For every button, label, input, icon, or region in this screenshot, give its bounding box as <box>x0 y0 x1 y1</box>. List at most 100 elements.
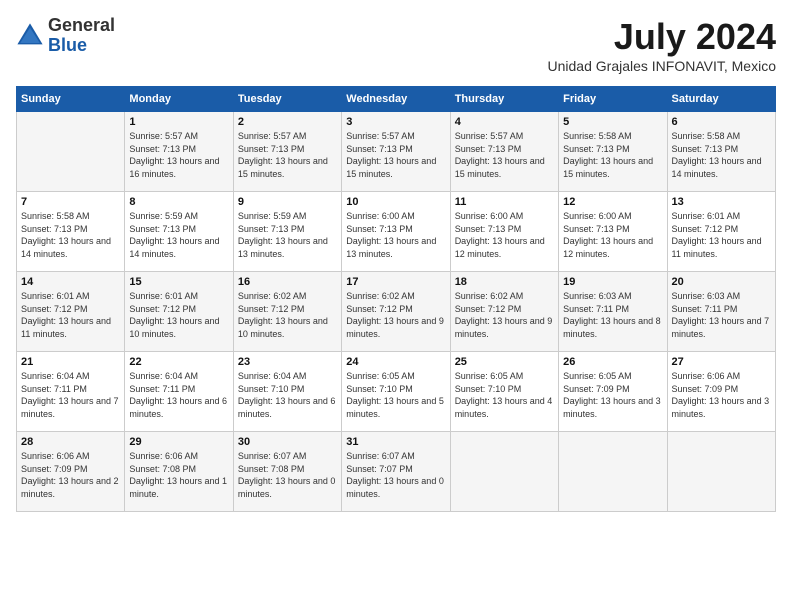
day-info: Sunrise: 6:07 AMSunset: 7:07 PMDaylight:… <box>346 450 445 500</box>
week-row-5: 28 Sunrise: 6:06 AMSunset: 7:09 PMDayligh… <box>17 432 776 512</box>
day-number: 9 <box>238 196 337 208</box>
calendar-cell: 29Sunrise: 6:06 AMSunset: 7:08 PMDayligh… <box>125 432 233 512</box>
calendar-cell: 18 Sunrise: 6:02 AMSunset: 7:12 PMDayligh… <box>450 272 558 352</box>
day-info: Sunrise: 6:01 AMSunset: 7:12 PMDaylight:… <box>672 210 771 260</box>
calendar-table: SundayMondayTuesdayWednesdayThursdayFrid… <box>16 86 776 512</box>
logo: General Blue <box>16 16 115 56</box>
header-row: SundayMondayTuesdayWednesdayThursdayFrid… <box>17 87 776 112</box>
day-info: Sunrise: 6:00 AMSunset: 7:13 PMDaylight:… <box>563 210 662 260</box>
day-number: 27 <box>672 356 771 368</box>
day-info: Sunrise: 5:57 AMSunset: 7:13 PMDaylight:… <box>129 130 228 180</box>
day-info: Sunrise: 6:05 AMSunset: 7:10 PMDaylight:… <box>455 370 554 420</box>
title-area: July 2024 Unidad Grajales INFONAVIT, Mex… <box>548 16 776 74</box>
day-info: Sunrise: 6:02 AMSunset: 7:12 PMDaylight:… <box>346 290 445 340</box>
calendar-cell: 14 Sunrise: 6:01 AMSunset: 7:12 PMDayligh… <box>17 272 125 352</box>
day-number: 4 <box>455 116 554 128</box>
day-info: Sunrise: 5:59 AMSunset: 7:13 PMDaylight:… <box>129 210 228 260</box>
day-number: 8 <box>129 196 228 208</box>
day-number: 2 <box>238 116 337 128</box>
calendar-cell: 4 Sunrise: 5:57 AMSunset: 7:13 PMDaylight… <box>450 112 558 192</box>
day-info: Sunrise: 6:05 AMSunset: 7:10 PMDaylight:… <box>346 370 445 420</box>
day-number: 26 <box>563 356 662 368</box>
day-number: 12 <box>563 196 662 208</box>
header-day-friday: Friday <box>559 87 667 112</box>
calendar-cell: 10 Sunrise: 6:00 AMSunset: 7:13 PMDayligh… <box>342 192 450 272</box>
month-title: July 2024 <box>548 16 776 58</box>
header-day-monday: Monday <box>125 87 233 112</box>
header-day-sunday: Sunday <box>17 87 125 112</box>
day-number: 5 <box>563 116 662 128</box>
day-number: 23 <box>238 356 337 368</box>
calendar-cell: 21 Sunrise: 6:04 AMSunset: 7:11 PMDayligh… <box>17 352 125 432</box>
page-header: General Blue July 2024 Unidad Grajales I… <box>16 16 776 74</box>
day-number: 18 <box>455 276 554 288</box>
day-number: 30 <box>238 436 337 448</box>
header-day-wednesday: Wednesday <box>342 87 450 112</box>
day-number: 3 <box>346 116 445 128</box>
day-number: 22 <box>129 356 228 368</box>
calendar-cell: 7Sunrise: 5:58 AMSunset: 7:13 PMDaylight… <box>17 192 125 272</box>
calendar-cell: 11 Sunrise: 6:00 AMSunset: 7:13 PMDayligh… <box>450 192 558 272</box>
calendar-cell: 20Sunrise: 6:03 AMSunset: 7:11 PMDayligh… <box>667 272 775 352</box>
day-number: 28 <box>21 436 120 448</box>
day-info: Sunrise: 5:58 AMSunset: 7:13 PMDaylight:… <box>563 130 662 180</box>
day-info: Sunrise: 6:04 AMSunset: 7:11 PMDaylight:… <box>129 370 228 420</box>
day-info: Sunrise: 6:04 AMSunset: 7:10 PMDaylight:… <box>238 370 337 420</box>
day-number: 11 <box>455 196 554 208</box>
calendar-cell: 17Sunrise: 6:02 AMSunset: 7:12 PMDayligh… <box>342 272 450 352</box>
day-info: Sunrise: 6:06 AMSunset: 7:08 PMDaylight:… <box>129 450 228 500</box>
calendar-cell: 9 Sunrise: 5:59 AMSunset: 7:13 PMDaylight… <box>233 192 341 272</box>
day-info: Sunrise: 5:58 AMSunset: 7:13 PMDaylight:… <box>21 210 120 260</box>
logo-icon <box>16 22 44 50</box>
day-info: Sunrise: 5:57 AMSunset: 7:13 PMDaylight:… <box>346 130 445 180</box>
calendar-cell <box>559 432 667 512</box>
day-number: 6 <box>672 116 771 128</box>
calendar-cell: 22 Sunrise: 6:04 AMSunset: 7:11 PMDayligh… <box>125 352 233 432</box>
calendar-cell: 28 Sunrise: 6:06 AMSunset: 7:09 PMDayligh… <box>17 432 125 512</box>
week-row-3: 14 Sunrise: 6:01 AMSunset: 7:12 PMDayligh… <box>17 272 776 352</box>
day-info: Sunrise: 5:57 AMSunset: 7:13 PMDaylight:… <box>238 130 337 180</box>
day-info: Sunrise: 6:06 AMSunset: 7:09 PMDaylight:… <box>672 370 771 420</box>
header-day-saturday: Saturday <box>667 87 775 112</box>
calendar-cell: 25 Sunrise: 6:05 AMSunset: 7:10 PMDayligh… <box>450 352 558 432</box>
calendar-cell: 31Sunrise: 6:07 AMSunset: 7:07 PMDayligh… <box>342 432 450 512</box>
week-row-2: 7Sunrise: 5:58 AMSunset: 7:13 PMDaylight… <box>17 192 776 272</box>
day-number: 19 <box>563 276 662 288</box>
day-info: Sunrise: 6:00 AMSunset: 7:13 PMDaylight:… <box>346 210 445 260</box>
day-number: 10 <box>346 196 445 208</box>
calendar-cell <box>17 112 125 192</box>
week-row-1: 1Sunrise: 5:57 AMSunset: 7:13 PMDaylight… <box>17 112 776 192</box>
calendar-cell: 23 Sunrise: 6:04 AMSunset: 7:10 PMDayligh… <box>233 352 341 432</box>
day-number: 15 <box>129 276 228 288</box>
calendar-cell: 6Sunrise: 5:58 AMSunset: 7:13 PMDaylight… <box>667 112 775 192</box>
calendar-cell: 1Sunrise: 5:57 AMSunset: 7:13 PMDaylight… <box>125 112 233 192</box>
day-number: 14 <box>21 276 120 288</box>
day-number: 21 <box>21 356 120 368</box>
day-number: 25 <box>455 356 554 368</box>
day-info: Sunrise: 6:07 AMSunset: 7:08 PMDaylight:… <box>238 450 337 500</box>
day-info: Sunrise: 5:57 AMSunset: 7:13 PMDaylight:… <box>455 130 554 180</box>
logo-blue-text: Blue <box>48 36 115 56</box>
header-day-thursday: Thursday <box>450 87 558 112</box>
day-info: Sunrise: 6:02 AMSunset: 7:12 PMDaylight:… <box>455 290 554 340</box>
calendar-cell <box>450 432 558 512</box>
day-info: Sunrise: 6:00 AMSunset: 7:13 PMDaylight:… <box>455 210 554 260</box>
day-info: Sunrise: 6:06 AMSunset: 7:09 PMDaylight:… <box>21 450 120 500</box>
calendar-cell: 2 Sunrise: 5:57 AMSunset: 7:13 PMDaylight… <box>233 112 341 192</box>
day-number: 13 <box>672 196 771 208</box>
day-info: Sunrise: 6:05 AMSunset: 7:09 PMDaylight:… <box>563 370 662 420</box>
calendar-cell: 26 Sunrise: 6:05 AMSunset: 7:09 PMDayligh… <box>559 352 667 432</box>
calendar-header: SundayMondayTuesdayWednesdayThursdayFrid… <box>17 87 776 112</box>
day-info: Sunrise: 6:03 AMSunset: 7:11 PMDaylight:… <box>563 290 662 340</box>
day-info: Sunrise: 5:59 AMSunset: 7:13 PMDaylight:… <box>238 210 337 260</box>
calendar-cell <box>667 432 775 512</box>
calendar-cell: 16Sunrise: 6:02 AMSunset: 7:12 PMDayligh… <box>233 272 341 352</box>
day-info: Sunrise: 6:01 AMSunset: 7:12 PMDaylight:… <box>21 290 120 340</box>
day-number: 24 <box>346 356 445 368</box>
header-day-tuesday: Tuesday <box>233 87 341 112</box>
calendar-cell: 8 Sunrise: 5:59 AMSunset: 7:13 PMDaylight… <box>125 192 233 272</box>
day-info: Sunrise: 6:04 AMSunset: 7:11 PMDaylight:… <box>21 370 120 420</box>
calendar-cell: 13 Sunrise: 6:01 AMSunset: 7:12 PMDayligh… <box>667 192 775 272</box>
day-info: Sunrise: 6:03 AMSunset: 7:11 PMDaylight:… <box>672 290 771 340</box>
location-title: Unidad Grajales INFONAVIT, Mexico <box>548 58 776 74</box>
